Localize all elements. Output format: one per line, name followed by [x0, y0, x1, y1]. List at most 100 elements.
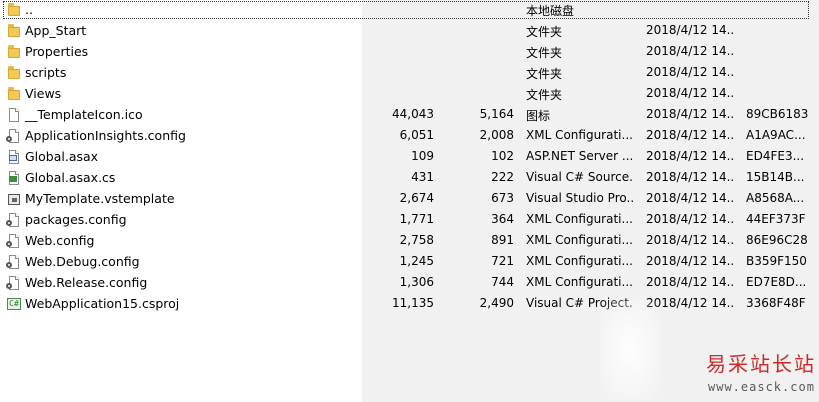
file-row[interactable]: Web.Debug.config 1,245 721 XML Configura…	[0, 252, 819, 273]
file-crc: ED7E8D...	[746, 275, 807, 289]
file-modified: 2018/4/12 14...	[646, 170, 734, 184]
file-size: 2,674	[399, 191, 434, 205]
file-type: XML Configurati...	[526, 128, 633, 142]
file-name: Global.asax.cs	[25, 170, 116, 185]
file-packed-size: 5,164	[479, 107, 514, 121]
file-row[interactable]: Global.asax.cs 431 222 Visual C# Source.…	[0, 168, 819, 189]
folder-up-icon	[7, 3, 21, 18]
file-row[interactable]: packages.config 1,771 364 XML Configurat…	[0, 210, 819, 231]
file-size: 1,306	[399, 275, 434, 289]
icon-file-icon	[7, 108, 21, 123]
file-name: App_Start	[25, 23, 87, 38]
file-row[interactable]: ApplicationInsights.config 6,051 2,008 X…	[0, 126, 819, 147]
file-size: 1,245	[399, 254, 434, 268]
file-type: 文件夹	[526, 67, 563, 81]
file-packed-size: 2,008	[479, 128, 514, 142]
file-size: 431	[411, 170, 434, 184]
file-crc: 44EF373F	[746, 212, 806, 226]
file-row-parent[interactable]: .. 本地磁盘	[0, 0, 819, 21]
csproj-file-icon: C#	[7, 297, 21, 312]
config-file-icon	[6, 213, 21, 228]
file-size: 109	[411, 149, 434, 163]
file-row[interactable]: App_Start 文件夹 2018/4/12 14...	[0, 21, 819, 42]
file-packed-size: 102	[491, 149, 514, 163]
file-type: 文件夹	[526, 25, 563, 39]
file-modified: 2018/4/12 14...	[646, 107, 734, 121]
file-size: 44,043	[392, 107, 434, 121]
config-file-icon	[6, 255, 21, 270]
file-crc: 89CB6183	[746, 107, 809, 121]
file-type: 文件夹	[526, 46, 563, 60]
file-row[interactable]: Web.config 2,758 891 XML Configurati... …	[0, 231, 819, 252]
folder-icon	[7, 87, 21, 102]
file-name: ApplicationInsights.config	[25, 128, 186, 143]
file-name: Web.Debug.config	[25, 254, 140, 269]
file-name: Global.asax	[25, 149, 99, 164]
file-size: 6,051	[399, 128, 434, 142]
file-row[interactable]: Views 文件夹 2018/4/12 14...	[0, 84, 819, 105]
file-row[interactable]: C# WebApplication15.csproj 11,135 2,490 …	[0, 294, 819, 315]
file-modified: 2018/4/12 14...	[646, 254, 734, 268]
file-packed-size: 673	[491, 191, 514, 205]
cs-file-icon	[7, 171, 21, 186]
file-modified: 2018/4/12 14...	[646, 191, 734, 205]
watermark-url: www.easck.com	[708, 380, 815, 394]
file-packed-size: 721	[491, 254, 514, 268]
file-modified: 2018/4/12 14...	[646, 149, 734, 163]
file-crc: ED4FE3...	[746, 149, 805, 163]
file-name: Properties	[25, 44, 89, 59]
file-type: 图标	[526, 109, 551, 123]
file-packed-size: 891	[491, 233, 514, 247]
file-name: WebApplication15.csproj	[25, 296, 180, 311]
file-packed-size: 2,490	[479, 296, 514, 310]
file-type: XML Configurati...	[526, 233, 633, 247]
config-file-icon	[6, 234, 21, 249]
file-row[interactable]: Properties 文件夹 2018/4/12 14...	[0, 42, 819, 63]
folder-icon	[7, 66, 21, 81]
file-type: 文件夹	[526, 88, 563, 102]
asax-file-icon	[7, 150, 21, 165]
file-packed-size: 744	[491, 275, 514, 289]
file-name: packages.config	[25, 212, 127, 227]
folder-icon	[7, 45, 21, 60]
file-size: 1,771	[399, 212, 434, 226]
config-file-icon	[6, 276, 21, 291]
file-row[interactable]: scripts 文件夹 2018/4/12 14...	[0, 63, 819, 84]
vstemplate-file-icon	[7, 192, 21, 207]
file-row[interactable]: Web.Release.config 1,306 744 XML Configu…	[0, 273, 819, 294]
file-type: XML Configurati...	[526, 275, 633, 289]
file-crc: B359F150	[746, 254, 807, 268]
file-list: .. 本地磁盘 App_Start 文件夹 2018/4/12 14... Pr…	[0, 0, 819, 315]
file-crc: A1A9AC...	[746, 128, 806, 142]
file-modified: 2018/4/12 14...	[646, 128, 734, 142]
watermark-text: 易采站长站	[706, 352, 816, 376]
file-type: Visual C# Source...	[526, 170, 634, 184]
file-modified: 2018/4/12 14...	[646, 233, 734, 247]
file-name: Web.Release.config	[25, 275, 148, 290]
file-size: 11,135	[392, 296, 434, 310]
file-name: __TemplateIcon.ico	[25, 107, 143, 122]
file-type: 本地磁盘	[526, 4, 575, 18]
file-modified: 2018/4/12 14...	[646, 212, 734, 226]
file-modified: 2018/4/12 14...	[646, 23, 734, 37]
file-modified: 2018/4/12 14...	[646, 65, 734, 79]
file-name: Views	[25, 86, 62, 101]
file-row[interactable]: MyTemplate.vstemplate 2,674 673 Visual S…	[0, 189, 819, 210]
file-crc: 15B14B...	[746, 170, 805, 184]
file-packed-size: 222	[491, 170, 514, 184]
file-packed-size: 364	[491, 212, 514, 226]
file-modified: 2018/4/12 14...	[646, 275, 734, 289]
file-modified: 2018/4/12 14...	[646, 44, 734, 58]
background-glow	[600, 300, 660, 400]
file-size: 2,758	[399, 233, 434, 247]
file-row[interactable]: Global.asax 109 102 ASP.NET Server ... 2…	[0, 147, 819, 168]
file-row[interactable]: __TemplateIcon.ico 44,043 5,164 图标 2018/…	[0, 105, 819, 126]
file-crc: 86E96C28	[746, 233, 808, 247]
file-name: ..	[25, 2, 33, 17]
file-type: ASP.NET Server ...	[526, 149, 634, 163]
file-type: XML Configurati...	[526, 212, 633, 226]
file-type: XML Configurati...	[526, 254, 633, 268]
file-name: MyTemplate.vstemplate	[25, 191, 175, 206]
watermark: 易采站长站 www.easck.com	[698, 340, 818, 400]
folder-icon	[7, 24, 21, 39]
